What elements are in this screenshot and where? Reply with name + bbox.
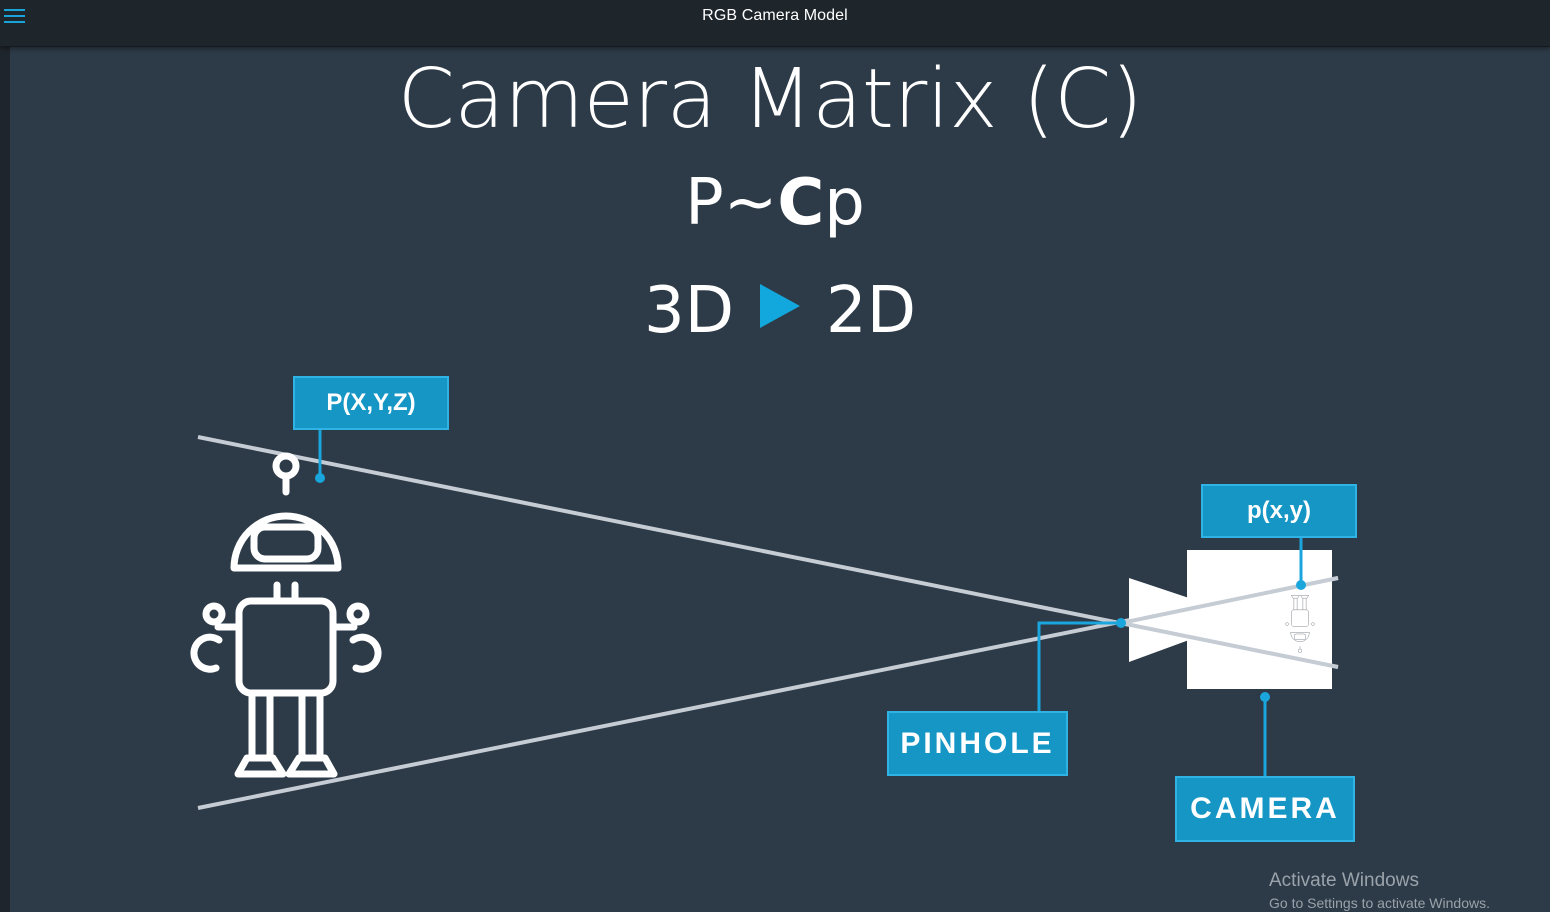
title-bar: RGB Camera Model bbox=[0, 0, 1550, 47]
camera-dot bbox=[1260, 692, 1270, 702]
world-point-label: P(X,Y,Z) bbox=[293, 376, 449, 430]
activate-windows-title: Activate Windows bbox=[1269, 870, 1419, 891]
world-point-dot bbox=[315, 473, 325, 483]
pinhole-dot bbox=[1116, 618, 1126, 628]
window-title: RGB Camera Model bbox=[702, 7, 848, 24]
robot-icon bbox=[190, 452, 382, 778]
image-point-label: p(x,y) bbox=[1201, 484, 1357, 538]
image-point-dot bbox=[1296, 580, 1306, 590]
activate-windows-hint: Go to Settings to activate Windows. bbox=[1269, 895, 1490, 911]
camera-label: CAMERA bbox=[1175, 776, 1355, 842]
pinhole-label: PINHOLE bbox=[887, 711, 1068, 776]
